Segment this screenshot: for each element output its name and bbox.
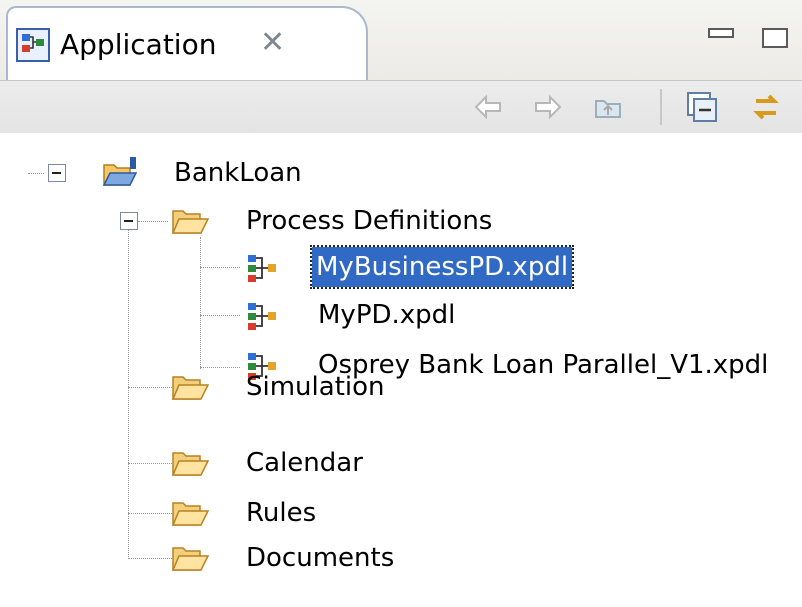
tree-item-folder-documents[interactable]: Documents xyxy=(0,538,802,578)
folder-open-icon xyxy=(171,547,210,571)
tree-item-label: Rules xyxy=(246,498,317,528)
back-arrow-icon[interactable] xyxy=(470,89,506,125)
tree-item-label: BankLoan xyxy=(174,158,302,188)
forward-arrow-icon[interactable] xyxy=(530,89,566,125)
tree-item-folder-rules[interactable]: Rules xyxy=(0,493,802,533)
tree-item-bankloan[interactable]: BankLoan xyxy=(0,153,802,193)
view-title: Application xyxy=(60,28,217,61)
toolbar-separator xyxy=(660,89,662,125)
folder-open-icon xyxy=(171,210,210,234)
collapse-all-icon[interactable] xyxy=(684,89,720,125)
project-tree: BankLoan Process Definitions MyBusinessP… xyxy=(0,133,802,607)
tree-item-label: MyPD.xpdl xyxy=(318,300,456,330)
close-icon[interactable]: ✕ xyxy=(260,26,285,60)
process-package-icon xyxy=(16,28,50,62)
xpdl-file-icon xyxy=(248,255,276,282)
tree-item-file[interactable]: MyPD.xpdl xyxy=(0,295,802,335)
tree-item-label: Simulation xyxy=(246,372,385,402)
tree-item-label: Calendar xyxy=(246,448,363,478)
folder-open-icon xyxy=(171,452,210,476)
xpdl-file-icon xyxy=(248,303,276,330)
maximize-icon[interactable] xyxy=(762,28,788,48)
folder-open-icon xyxy=(171,376,210,400)
tree-item-label: MyBusinessPD.xpdl xyxy=(309,245,575,289)
tree-item-label: Documents xyxy=(246,543,395,573)
project-folder-icon xyxy=(102,157,138,186)
view-toolbar xyxy=(0,80,802,134)
collapse-toggle-icon[interactable] xyxy=(120,212,138,230)
collapse-toggle-icon[interactable] xyxy=(48,164,66,182)
view-tab-bar: Application ✕ xyxy=(0,0,802,80)
application-view-tab[interactable]: Application ✕ xyxy=(6,6,368,80)
tree-item-file-selected[interactable]: MyBusinessPD.xpdl xyxy=(0,245,802,289)
tree-item-folder-simulation[interactable]: Simulation xyxy=(0,367,802,407)
tree-item-folder-calendar[interactable]: Calendar xyxy=(0,443,802,483)
minimize-icon[interactable] xyxy=(708,28,734,38)
link-with-editor-icon[interactable] xyxy=(748,89,784,125)
tree-item-process-definitions[interactable]: Process Definitions xyxy=(0,201,802,241)
folder-open-icon xyxy=(171,502,210,526)
up-folder-icon[interactable] xyxy=(590,89,626,125)
tree-item-label: Process Definitions xyxy=(246,206,493,236)
